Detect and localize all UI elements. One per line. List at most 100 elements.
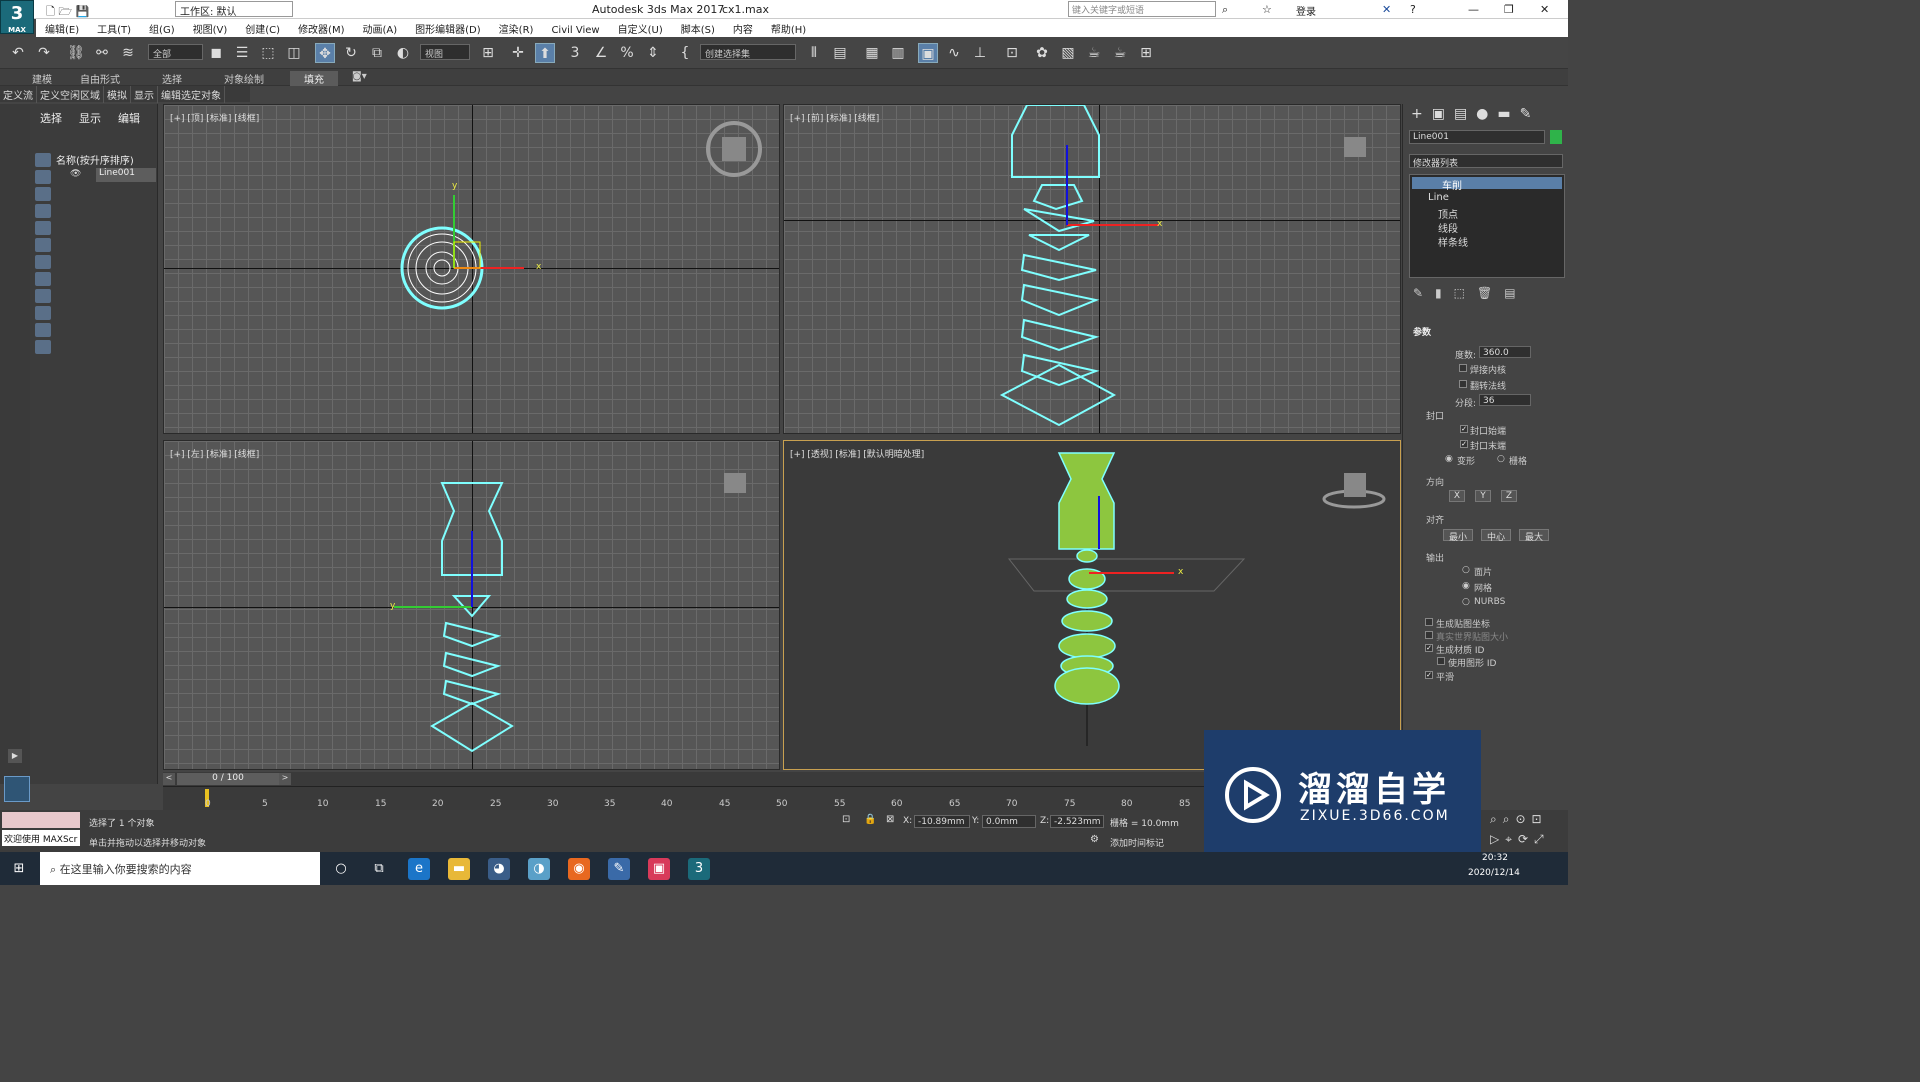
render-iterative-icon[interactable]: ☕ xyxy=(1110,43,1130,63)
simulate-button[interactable]: 模拟 xyxy=(104,86,131,103)
app-icon-2[interactable]: ◑ xyxy=(528,858,550,880)
filter-hidden-icon[interactable] xyxy=(35,340,51,354)
ref-coord-dropdown[interactable]: 视图 xyxy=(420,44,470,60)
viewport-perspective[interactable]: [+] [透视] [标准] [默认明暗处理] x xyxy=(783,440,1401,770)
pivot-icon[interactable]: ⊞ xyxy=(478,43,498,63)
file-explorer-icon[interactable]: ▬ xyxy=(448,858,470,880)
ribbon-options-icon[interactable]: ◙▾ xyxy=(352,71,367,82)
eye-icon[interactable]: 👁 xyxy=(70,169,81,179)
close-button[interactable]: ✕ xyxy=(1540,3,1549,16)
command-panel-tabs[interactable]: +▣▤●▬✎ xyxy=(1411,106,1540,122)
maxscript-welcome[interactable]: 欢迎使用 MAXScr xyxy=(2,830,80,846)
edit-named-sets-icon[interactable]: { xyxy=(675,43,695,63)
menu-edit[interactable]: 编辑(E) xyxy=(36,19,88,36)
next-frame-button[interactable]: > xyxy=(279,773,291,785)
menu-civil-view[interactable]: Civil View xyxy=(542,23,608,36)
dir-z-button[interactable]: Z xyxy=(1501,490,1517,502)
select-object-icon[interactable]: ◼ xyxy=(206,43,226,63)
scene-tab-edit[interactable]: 编辑 xyxy=(118,110,140,126)
scene-item-line001[interactable]: Line001 xyxy=(96,168,156,182)
dir-y-button[interactable]: Y xyxy=(1475,490,1491,502)
y-coord-field[interactable]: 0.0mm xyxy=(982,815,1036,828)
stack-item-lathe[interactable]: 车削 xyxy=(1412,177,1562,192)
align-icon[interactable]: ▤ xyxy=(830,43,850,63)
app-icon-1[interactable]: ◕ xyxy=(488,858,510,880)
render-frame-icon[interactable]: ▧ xyxy=(1058,43,1078,63)
params-rollout-title[interactable]: 参数 xyxy=(1413,325,1431,338)
layer-explorer-icon[interactable]: ▦ xyxy=(862,43,882,63)
render-icon[interactable]: ☕ xyxy=(1084,43,1104,63)
prev-frame-button[interactable]: < xyxy=(163,773,175,785)
search-input[interactable]: 键入关键字或短语 xyxy=(1068,1,1216,17)
filter-geometry-icon[interactable] xyxy=(35,153,51,167)
viewport-nav-icons[interactable]: ⌕⌕⊙⊡ xyxy=(1490,812,1548,827)
spinner-snap-icon[interactable]: ⇕ xyxy=(643,43,663,63)
3dsmax-taskbar-icon[interactable]: 3 xyxy=(688,858,710,880)
filter-shapes-icon[interactable] xyxy=(35,170,51,184)
stack-item-line[interactable]: Line xyxy=(1428,192,1449,203)
align-center-button[interactable]: 中心 xyxy=(1481,529,1511,543)
viewport-front[interactable]: [+] [前] [标准] [线框] x xyxy=(783,104,1401,434)
workspace-dropdown[interactable]: 工作区: 默认 xyxy=(175,1,293,18)
placement-icon[interactable]: ◐ xyxy=(393,43,413,63)
gen-map-coords-checkbox[interactable] xyxy=(1425,618,1433,626)
object-name-field[interactable]: Line001 xyxy=(1409,130,1545,144)
use-shape-ids-checkbox[interactable] xyxy=(1437,657,1445,665)
cap-end-checkbox[interactable]: ✓ xyxy=(1460,440,1468,448)
app-icon-3[interactable]: ✎ xyxy=(608,858,630,880)
viewport-left[interactable]: [+] [左] [标准] [线框] y xyxy=(163,440,780,770)
x-close-icon[interactable]: ✕ xyxy=(1382,3,1391,16)
weld-core-checkbox[interactable] xyxy=(1459,364,1467,372)
rect-selection-icon[interactable]: ⬚ xyxy=(258,43,278,63)
minimize-button[interactable]: — xyxy=(1468,3,1479,16)
menu-help[interactable]: 帮助(H) xyxy=(762,19,815,36)
redo-icon[interactable]: ↷ xyxy=(34,43,54,63)
menu-content[interactable]: 内容 xyxy=(724,19,762,36)
grid-radio[interactable]: ○ xyxy=(1497,454,1505,464)
morph-radio[interactable]: ◉ xyxy=(1445,454,1453,464)
selection-filter-dropdown[interactable]: 全部 xyxy=(148,44,203,60)
curve-editor-icon[interactable]: ∿ xyxy=(944,43,964,63)
menu-tools[interactable]: 工具(T) xyxy=(88,19,140,36)
ribbon-tab-freeform[interactable]: 自由形式 xyxy=(80,71,120,86)
align-min-button[interactable]: 最小 xyxy=(1443,529,1473,543)
z-coord-field[interactable]: -2.523mm xyxy=(1050,815,1104,828)
cortana-icon[interactable]: ○ xyxy=(330,858,352,880)
ribbon-tab-object-paint[interactable]: 对象绘制 xyxy=(224,71,264,86)
x-coord-field[interactable]: -10.89mm xyxy=(914,815,970,828)
name-column-header[interactable]: 名称(按升序排序) xyxy=(56,152,156,167)
flip-normals-checkbox[interactable] xyxy=(1459,380,1467,388)
menu-modifiers[interactable]: 修改器(M) xyxy=(289,19,353,36)
taskbar-search[interactable]: ⌕ 在这里输入你要搜索的内容 xyxy=(40,852,320,885)
menu-graph-editors[interactable]: 图形编辑器(D) xyxy=(406,19,490,36)
maxscript-mini-listener[interactable] xyxy=(2,812,80,828)
menu-create[interactable]: 创建(C) xyxy=(236,19,289,36)
stack-item-segment[interactable]: 线段 xyxy=(1438,220,1458,235)
ribbon-tab-selection[interactable]: 选择 xyxy=(162,71,182,86)
mesh-radio[interactable]: ◉ xyxy=(1462,581,1470,591)
star-icon[interactable]: ☆ xyxy=(1262,3,1272,16)
define-flows-button[interactable]: 定义流 xyxy=(0,86,37,103)
login-button[interactable]: 登录 xyxy=(1296,3,1316,18)
a360-icon[interactable]: ⊞ xyxy=(1136,43,1156,63)
select-by-name-icon[interactable]: ☰ xyxy=(232,43,252,63)
menu-group[interactable]: 组(G) xyxy=(140,19,184,36)
quick-access-toolbar[interactable]: 🗋 🗁 💾 ↶ ↷ xyxy=(46,3,96,35)
filter-spacewarps-icon[interactable] xyxy=(35,238,51,252)
manipulate-icon[interactable]: ✛ xyxy=(508,43,528,63)
select-move-icon[interactable]: ✥ xyxy=(315,43,335,63)
filter-lights-icon[interactable] xyxy=(35,187,51,201)
render-setup-icon[interactable]: ✿ xyxy=(1032,43,1052,63)
absolute-mode-icon[interactable]: ⊠ xyxy=(886,814,894,825)
schematic-view-icon[interactable]: ⊥ xyxy=(970,43,990,63)
gen-material-ids-checkbox[interactable]: ✓ xyxy=(1425,644,1433,652)
stack-tools[interactable]: ✎▮⬚🗑▤ xyxy=(1413,286,1528,300)
ribbon-tab-populate[interactable]: 填充 xyxy=(290,71,338,86)
align-max-button[interactable]: 最大 xyxy=(1519,529,1549,543)
modifier-list-dropdown[interactable]: 修改器列表 xyxy=(1409,154,1563,169)
edit-selected-button[interactable]: 编辑选定对象 xyxy=(158,86,225,103)
object-color-swatch[interactable] xyxy=(1550,130,1562,144)
dir-x-button[interactable]: X xyxy=(1449,490,1465,502)
cap-start-checkbox[interactable]: ✓ xyxy=(1460,425,1468,433)
keyboard-shortcut-icon[interactable]: ⬆ xyxy=(535,43,555,63)
